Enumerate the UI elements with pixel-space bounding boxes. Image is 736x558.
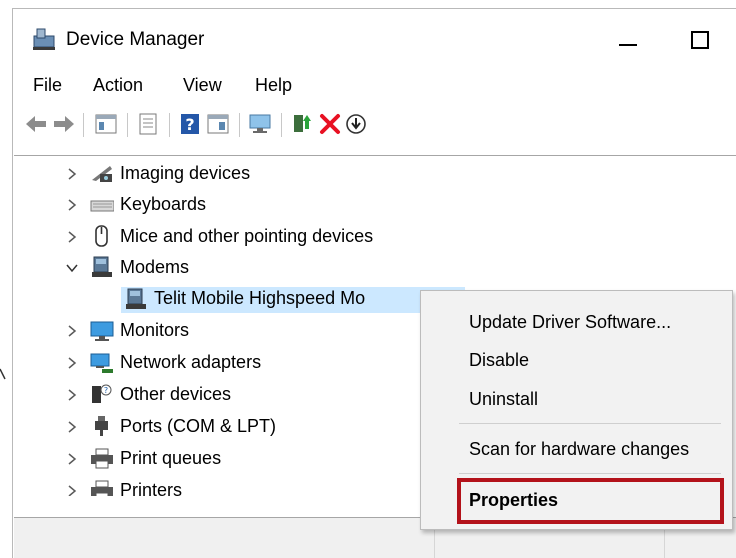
tree-item-label: Monitors — [120, 320, 190, 340]
context-uninstall[interactable]: Uninstall — [421, 382, 732, 418]
chevron-down-icon[interactable] — [64, 260, 80, 276]
context-scan-hardware[interactable]: Scan for hardware changes — [421, 432, 732, 468]
context-update-driver[interactable]: Update Driver Software... — [421, 305, 732, 341]
tree-item-label: Mice and other pointing devices — [120, 226, 374, 246]
chevron-right-icon[interactable] — [64, 483, 80, 496]
tree-item-label: Ports (COM & LPT) — [120, 416, 277, 436]
context-item-label: Disable — [469, 350, 530, 370]
device-manager-icon — [31, 27, 57, 51]
title-bar[interactable]: Device Manager — [13, 9, 736, 67]
port-icon — [90, 415, 114, 437]
toolbar-separator — [281, 113, 282, 137]
help-icon[interactable]: ? — [177, 111, 203, 137]
properties-toolbar-icon[interactable] — [135, 111, 161, 137]
menu-view[interactable]: View — [183, 75, 222, 96]
show-hide-console-tree-icon[interactable] — [93, 111, 119, 137]
network-icon — [90, 352, 114, 374]
unknown-device-icon: ? — [90, 383, 114, 405]
modem-icon — [124, 288, 148, 310]
back-icon[interactable] — [23, 111, 49, 137]
tree-item-mice[interactable]: Mice and other pointing devices — [14, 222, 736, 252]
monitor-icon — [90, 320, 114, 342]
tree-item-label: Other devices — [120, 384, 232, 404]
chevron-right-icon[interactable] — [64, 451, 80, 467]
chevron-right-icon[interactable] — [64, 323, 80, 339]
chevron-right-icon[interactable] — [64, 166, 80, 182]
forward-icon[interactable] — [51, 111, 77, 137]
tree-item-label: Imaging devices — [120, 163, 251, 183]
chevron-right-icon[interactable] — [64, 229, 80, 245]
context-separator — [459, 423, 721, 424]
tree-item-imaging-devices[interactable]: Imaging devices — [14, 159, 736, 189]
action-pane-icon[interactable] — [205, 111, 231, 137]
toolbar: ? — [13, 105, 736, 145]
tree-item-label: Modems — [120, 257, 190, 277]
monitor-scan-icon[interactable] — [247, 111, 273, 137]
chevron-right-icon[interactable] — [64, 387, 80, 403]
printer-icon — [90, 448, 114, 470]
menu-help[interactable]: Help — [255, 75, 292, 96]
modem-icon — [90, 256, 114, 278]
tree-item-keyboards[interactable]: Keyboards — [14, 190, 736, 220]
properties-highlight-box — [457, 478, 724, 524]
minimize-button[interactable] — [611, 23, 645, 55]
svg-text:?: ? — [185, 115, 194, 134]
menu-bar: File Action View Help — [13, 67, 736, 103]
chevron-right-icon[interactable] — [64, 355, 80, 371]
update-driver-icon[interactable] — [289, 111, 315, 137]
tree-item-label: Printers — [120, 480, 183, 496]
printer-icon — [90, 480, 114, 496]
keyboard-icon — [90, 195, 115, 217]
toolbar-separator — [239, 113, 240, 137]
tree-item-label: Print queues — [120, 448, 222, 468]
mouse-icon — [90, 225, 114, 247]
download-icon[interactable] — [343, 111, 369, 137]
context-disable[interactable]: Disable — [421, 343, 732, 379]
camera-icon — [90, 163, 114, 185]
tree-item-label: Telit Mobile Highspeed Mo — [154, 288, 366, 308]
window-title: Device Manager — [66, 29, 205, 50]
chevron-right-icon[interactable] — [64, 197, 80, 213]
toolbar-separator — [127, 113, 128, 137]
uninstall-icon[interactable] — [317, 111, 343, 137]
context-item-label: Update Driver Software... — [469, 312, 672, 332]
context-item-label: Scan for hardware changes — [469, 439, 690, 459]
chevron-right-icon[interactable] — [64, 419, 80, 435]
toolbar-separator — [83, 113, 84, 137]
context-item-label: Uninstall — [469, 389, 539, 409]
svg-text:?: ? — [104, 386, 108, 395]
menu-action[interactable]: Action — [93, 75, 143, 96]
tree-item-label: Network adapters — [120, 352, 262, 372]
menu-file[interactable]: File — [33, 75, 62, 96]
toolbar-separator — [169, 113, 170, 137]
tree-item-label: Keyboards — [120, 194, 207, 214]
tree-item-modems[interactable]: Modems — [14, 253, 736, 283]
context-separator — [459, 473, 721, 474]
edge-fragment — [0, 365, 6, 385]
maximize-button[interactable] — [683, 23, 717, 55]
